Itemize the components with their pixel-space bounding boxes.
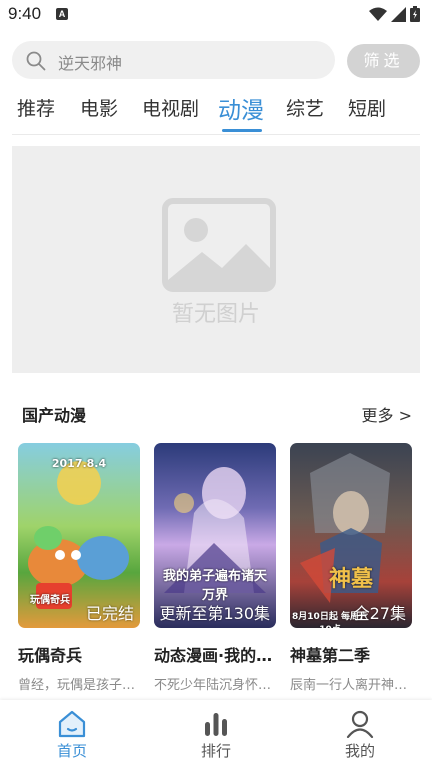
anime-card[interactable]: 2017.8.4 玩偶奇兵 已完结 玩偶奇兵 曾经，玩偶是孩子们最好的玩伴 xyxy=(18,443,140,693)
profile-icon xyxy=(346,710,374,738)
search-placeholder: 逆天邪神 xyxy=(58,54,123,73)
poster-name: 神墓 xyxy=(328,567,373,592)
signal-icon xyxy=(391,6,406,22)
banner-empty-text: 暂无图片 xyxy=(171,302,260,327)
nav-profile-label: 我的 xyxy=(344,742,375,760)
card-description: 不死少年陆沉身怀神秘系统 xyxy=(154,678,276,693)
active-tab-indicator xyxy=(222,129,262,132)
filter-button[interactable]: 筛选 xyxy=(347,44,420,78)
card-title[interactable]: 动态漫画·我的弟子遍布诸天万界 xyxy=(154,642,276,666)
tab-anime[interactable]: 动漫 xyxy=(218,91,264,125)
search-input[interactable]: 逆天邪神 xyxy=(12,41,335,79)
search-row: 逆天邪神 筛选 xyxy=(0,41,432,81)
episode-badge: 已完结 xyxy=(85,604,134,623)
tabs-divider xyxy=(12,134,420,135)
battery-icon xyxy=(410,6,420,22)
card-description: 辰南一行人离开神墓后 xyxy=(290,678,412,693)
nav-home-label: 首页 xyxy=(56,742,87,760)
tab-movie[interactable]: 电影 xyxy=(80,94,118,121)
search-icon xyxy=(26,51,46,71)
nav-home[interactable]: 首页 xyxy=(0,700,144,769)
tab-recommend[interactable]: 推荐 xyxy=(17,94,55,121)
poster-name: 玩偶奇兵 xyxy=(30,595,70,606)
tab-tv-series[interactable]: 电视剧 xyxy=(142,94,199,121)
poster-caption: 2017.8.4 xyxy=(51,457,107,470)
poster-image[interactable]: 我的弟子遍布诸天万界 更新至第130集 xyxy=(154,443,276,628)
tab-short-drama[interactable]: 短剧 xyxy=(348,94,386,121)
episode-badge: 全27集 xyxy=(353,604,406,623)
nav-profile[interactable]: 我的 xyxy=(288,700,432,769)
status-icons xyxy=(369,6,420,22)
anime-card[interactable]: 我的弟子遍布诸天万界 更新至第130集 动态漫画·我的弟子遍布诸天万界 不死少年… xyxy=(154,443,276,693)
nav-ranking-label: 排行 xyxy=(200,742,231,760)
anime-card[interactable]: 神墓 8月10日起 每周六10点 全27集 神墓第二季 辰南一行人离开神墓后 xyxy=(290,443,412,693)
section-title: 国产动漫 xyxy=(22,406,87,425)
section-header: 国产动漫 更多 > xyxy=(0,400,432,426)
notification-icon: A xyxy=(56,8,68,20)
banner[interactable]: 暂无图片 xyxy=(12,146,420,373)
more-link[interactable]: 更多 > xyxy=(362,402,413,426)
image-placeholder-icon xyxy=(162,198,276,292)
card-title[interactable]: 神墓第二季 xyxy=(290,642,412,666)
tab-variety[interactable]: 综艺 xyxy=(286,94,324,121)
status-bar: 9:40 A xyxy=(0,0,432,30)
episode-badge: 更新至第130集 xyxy=(159,604,270,623)
card-title[interactable]: 玩偶奇兵 xyxy=(18,642,140,666)
home-icon xyxy=(58,710,86,738)
poster-image[interactable]: 神墓 8月10日起 每周六10点 全27集 xyxy=(290,443,412,628)
poster-image[interactable]: 2017.8.4 玩偶奇兵 已完结 xyxy=(18,443,140,628)
status-time: 9:40 xyxy=(8,4,42,23)
wifi-icon xyxy=(369,7,387,21)
category-tabs: 推荐 电影 电视剧 动漫 综艺 短剧 xyxy=(0,94,432,134)
poster-name: 我的弟子遍布诸天万界 xyxy=(162,569,267,603)
bottom-navigation: 首页 排行 我的 xyxy=(0,700,432,769)
ranking-icon xyxy=(205,713,227,736)
card-description: 曾经，玩偶是孩子们最好的玩伴 xyxy=(18,678,140,693)
nav-ranking[interactable]: 排行 xyxy=(144,700,288,769)
